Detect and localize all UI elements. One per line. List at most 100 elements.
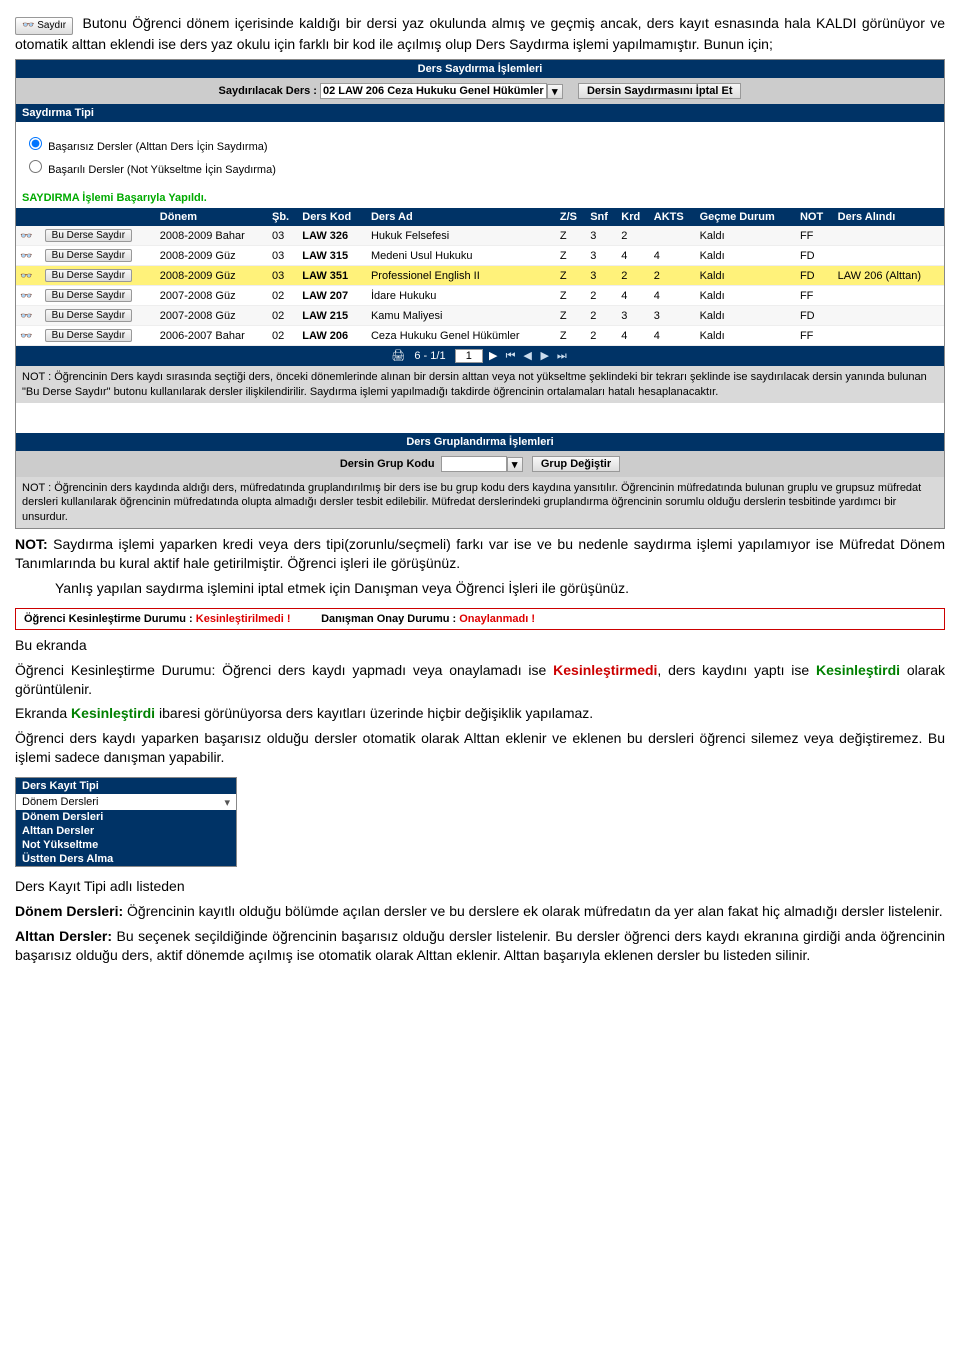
col-header (16, 208, 41, 226)
radio-basarisiz-label: Başarısız Dersler (Alttan Ders İçin Sayd… (48, 141, 267, 153)
dropdown-icon[interactable]: ▾ (507, 457, 523, 472)
status-strip: Öğrenci Kesinleştirme Durumu : Kesinleşt… (15, 608, 945, 630)
kesinlestirme-explain: Öğrenci Kesinleştirme Durumu: Öğrenci de… (15, 661, 945, 699)
pager-go-icon[interactable]: ▶ (489, 350, 497, 362)
intro-paragraph: 👓 Saydır Butonu Öğrenci dönem içerisinde… (15, 14, 945, 53)
note-grup: NOT : Öğrencinin ders kaydında aldığı de… (16, 477, 944, 528)
cell: 2008-2009 Güz (156, 246, 268, 266)
pager-next-icon[interactable]: ▶ (538, 349, 552, 362)
col-header: Z/S (556, 208, 586, 226)
pager-prev-icon[interactable]: ◀ (521, 349, 535, 362)
cell: Kaldı (696, 286, 796, 306)
cell: Kaldı (696, 266, 796, 286)
not-paragraph: NOT: Saydırma işlemi yaparken kredi veya… (15, 535, 945, 573)
cell: FD (796, 266, 834, 286)
dk-option[interactable]: Üstten Ders Alma (16, 852, 236, 866)
eyeglasses-icon: 👓 (20, 271, 32, 282)
radio-basarili-label: Başarılı Dersler (Not Yükseltme İçin Say… (48, 164, 276, 176)
radio-basarili[interactable] (29, 160, 42, 173)
dk-option[interactable]: Alttan Dersler (16, 824, 236, 838)
cell (650, 226, 696, 246)
cell: Kaldı (696, 226, 796, 246)
bu-derse-saydir-button[interactable]: Bu Derse Saydır (45, 269, 132, 282)
col-header: Şb. (268, 208, 298, 226)
dropdown-icon[interactable]: ▾ (547, 84, 563, 99)
cell: 3 (586, 266, 617, 286)
cell: Kaldı (696, 326, 796, 346)
cell: LAW 207 (298, 286, 367, 306)
cell: Kamu Maliyesi (367, 306, 556, 326)
cell: 2007-2008 Güz (156, 286, 268, 306)
cell: FD (796, 246, 834, 266)
col-header: Geçme Durum (696, 208, 796, 226)
print-icon[interactable]: 🖨 (391, 350, 405, 362)
eyeglasses-icon: 👓 (20, 251, 32, 262)
chevron-down-icon: ▾ (224, 796, 230, 809)
cell: 2 (617, 266, 650, 286)
cell: 4 (617, 246, 650, 266)
pager-page-input[interactable]: 1 (455, 349, 483, 363)
cell: LAW 326 (298, 226, 367, 246)
cell: 3 (586, 226, 617, 246)
grup-bar: Dersin Grup Kodu ▾ Grup Değiştir (16, 451, 944, 477)
saydir-topbar: Saydırılacak Ders : 02 LAW 206 Ceza Huku… (16, 78, 944, 104)
cell: Z (556, 306, 586, 326)
col-header: Ders Ad (367, 208, 556, 226)
cell: LAW 206 (Alttan) (834, 266, 944, 286)
iptal-et-button[interactable]: Dersin Saydırmasını İptal Et (578, 83, 742, 99)
cell: 03 (268, 246, 298, 266)
eyeglasses-icon: 👓 (20, 311, 32, 322)
eyeglasses-icon: 👓 (22, 20, 34, 31)
bu-derse-saydir-button[interactable]: Bu Derse Saydır (45, 289, 132, 302)
bu-derse-saydir-button[interactable]: Bu Derse Saydır (45, 309, 132, 322)
grup-label: Dersin Grup Kodu (340, 458, 435, 470)
cell: 02 (268, 326, 298, 346)
grup-degistir-button[interactable]: Grup Değiştir (532, 456, 620, 472)
cell: LAW 206 (298, 326, 367, 346)
ders-kayit-tipi-dropdown[interactable]: Ders Kayıt Tipi Dönem Dersleri▾ Dönem De… (15, 777, 237, 867)
cell: Ceza Hukuku Genel Hükümler (367, 326, 556, 346)
dk-option[interactable]: Not Yükseltme (16, 838, 236, 852)
pager-first-icon[interactable]: ⏮ (504, 350, 518, 363)
eyeglasses-icon: 👓 (20, 231, 32, 242)
bu-derse-saydir-button[interactable]: Bu Derse Saydır (45, 229, 132, 242)
auto-alttan: Öğrenci ders kaydı yaparken başarısız ol… (15, 729, 945, 767)
cell (834, 306, 944, 326)
cell: FF (796, 326, 834, 346)
saydir-ders-select[interactable]: 02 LAW 206 Ceza Hukuku Genel Hükümler (320, 83, 547, 99)
cell (834, 326, 944, 346)
radio-basarisiz[interactable] (29, 137, 42, 150)
cell: 4 (617, 326, 650, 346)
col-header: Snf (586, 208, 617, 226)
dk-options: Dönem DersleriAlttan DerslerNot Yükseltm… (16, 810, 236, 866)
cell: 3 (586, 246, 617, 266)
dk-option[interactable]: Dönem Dersleri (16, 810, 236, 824)
bu-derse-saydir-button[interactable]: Bu Derse Saydır (45, 329, 132, 342)
saydir-label: Saydırılacak Ders : (219, 85, 317, 97)
cell: 2 (586, 286, 617, 306)
cell: LAW 315 (298, 246, 367, 266)
col-header: Ders Kod (298, 208, 367, 226)
cell: 4 (617, 286, 650, 306)
pager-last-icon[interactable]: ⏭ (555, 350, 569, 363)
onay-label: Danışman Onay Durumu : (321, 613, 459, 625)
cell: Professionel English II (367, 266, 556, 286)
bu-derse-saydir-button[interactable]: Bu Derse Saydır (45, 249, 132, 262)
cell: 2 (650, 266, 696, 286)
cell: Kaldı (696, 246, 796, 266)
cell: Z (556, 246, 586, 266)
ders-table: DönemŞb.Ders KodDers AdZ/SSnfKrdAKTSGeçm… (16, 208, 944, 346)
col-header: Krd (617, 208, 650, 226)
eyeglasses-icon: 👓 (20, 291, 32, 302)
dk-selected[interactable]: Dönem Dersleri▾ (16, 794, 236, 810)
panel-title: Ders Saydırma İşlemleri (16, 60, 944, 78)
cell: Z (556, 286, 586, 306)
saydirma-tipi-options: Başarısız Dersler (Alttan Ders İçin Sayd… (16, 122, 944, 188)
kesinlestirme-value: Kesinleştirilmedi ! (196, 613, 291, 625)
table-row: 👓Bu Derse Saydır2006-2007 Bahar02LAW 206… (16, 326, 944, 346)
col-header: Ders Alındı (834, 208, 944, 226)
ders-saydirma-panel: Ders Saydırma İşlemleri Saydırılacak Der… (15, 59, 945, 529)
col-header: AKTS (650, 208, 696, 226)
grup-select[interactable] (441, 456, 507, 472)
donem-dersleri-explain: Dönem Dersleri: Öğrencinin kayıtlı olduğ… (15, 902, 945, 921)
